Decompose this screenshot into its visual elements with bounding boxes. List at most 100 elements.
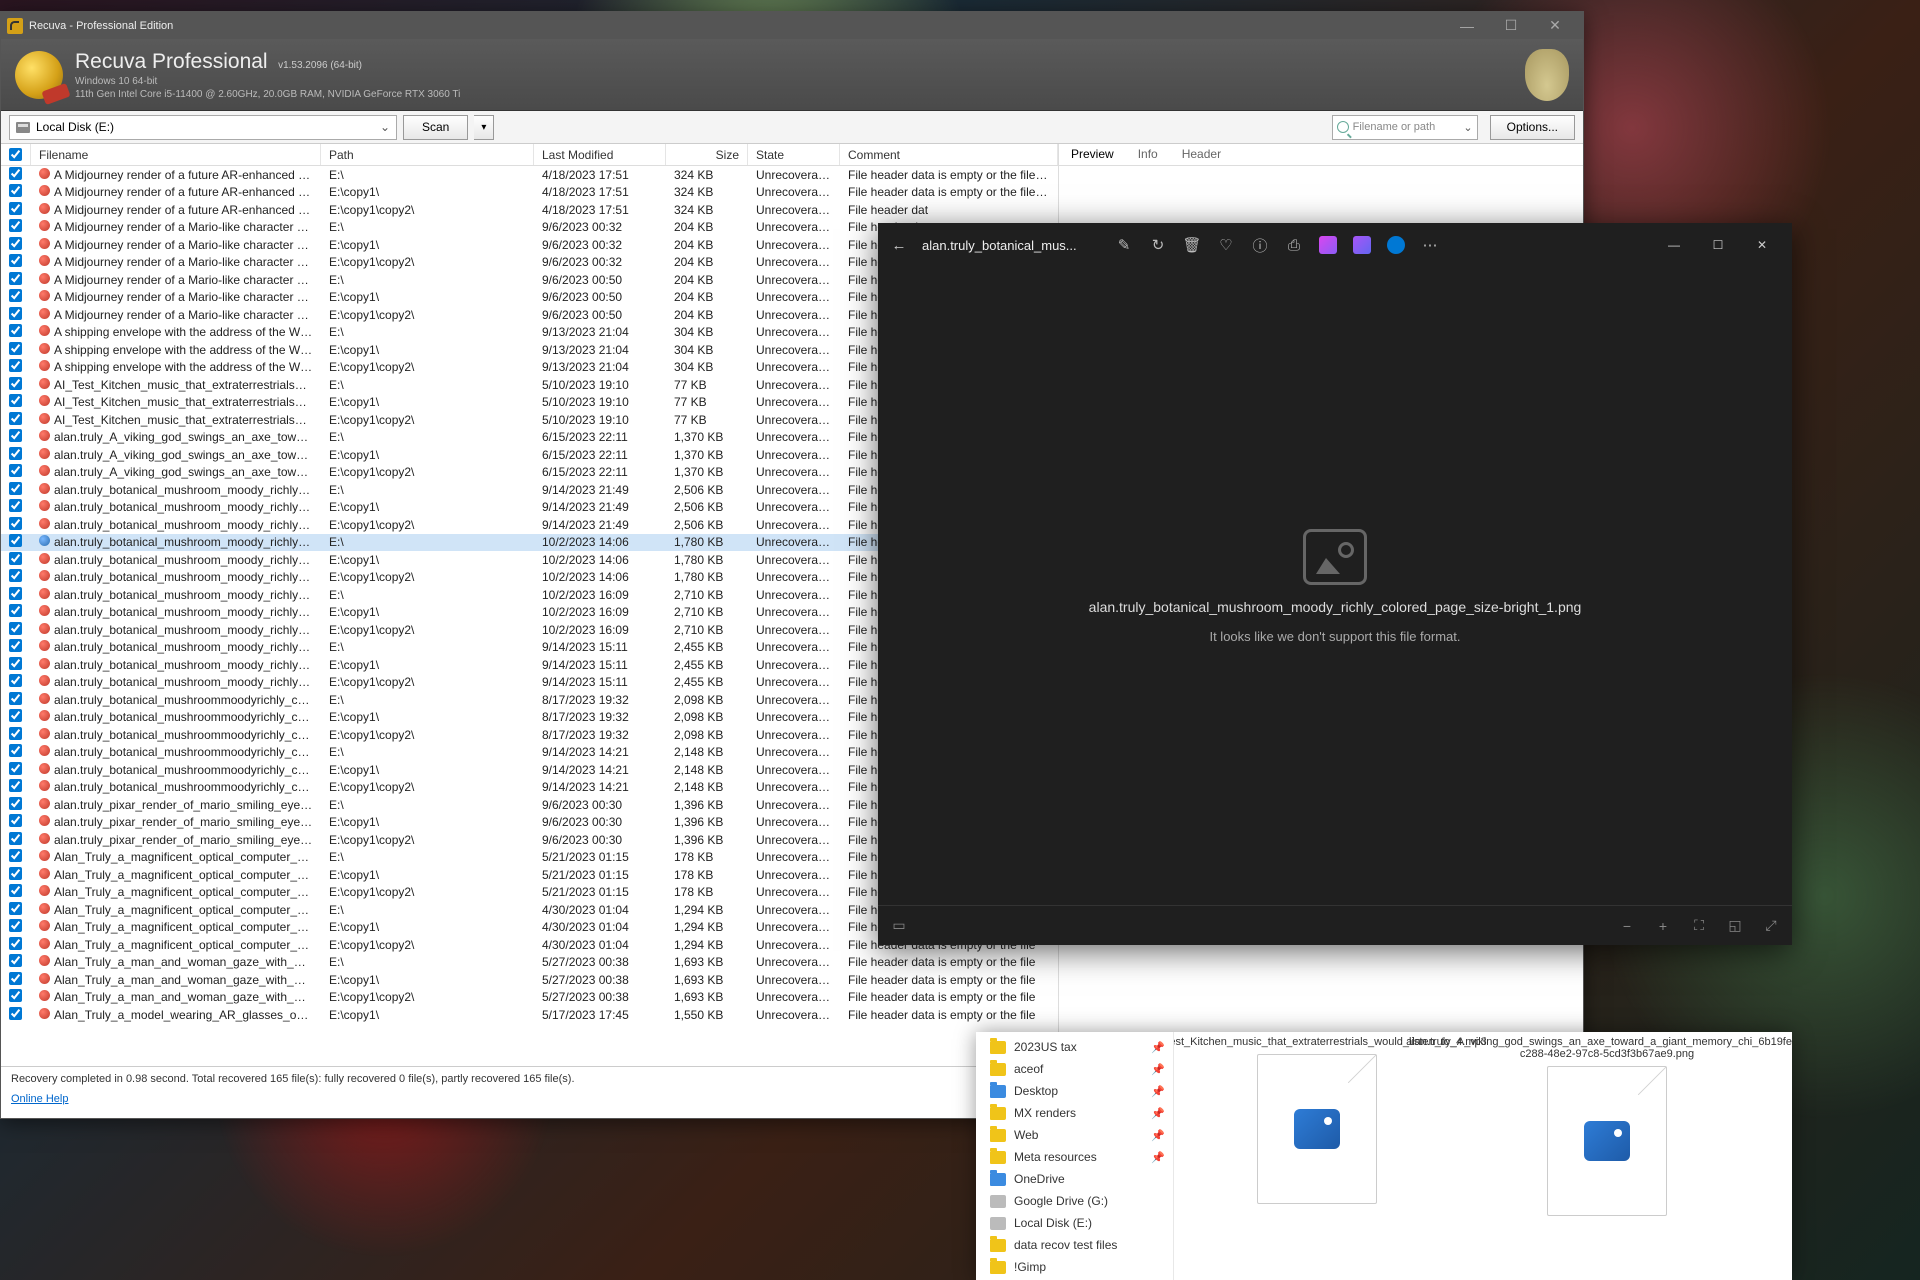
more-icon[interactable]: ⋯ xyxy=(1418,233,1442,257)
row-checkbox[interactable] xyxy=(9,954,22,967)
options-button[interactable]: Options... xyxy=(1490,115,1575,140)
col-modified[interactable]: Last Modified xyxy=(534,144,666,165)
row-checkbox[interactable] xyxy=(9,272,22,285)
recuva-titlebar[interactable]: Recuva - Professional Edition — ☐ ✕ xyxy=(1,12,1583,39)
row-checkbox[interactable] xyxy=(9,167,22,180)
col-state[interactable]: State xyxy=(748,144,840,165)
table-row[interactable]: Alan_Truly_a_man_and_woman_gaze_with_won… xyxy=(1,989,1058,1007)
row-checkbox[interactable] xyxy=(9,202,22,215)
row-checkbox[interactable] xyxy=(9,324,22,337)
row-checkbox[interactable] xyxy=(9,709,22,722)
actual-size-icon[interactable]: ◱ xyxy=(1724,915,1746,937)
online-help-link[interactable]: Online Help xyxy=(11,1093,68,1105)
row-checkbox[interactable] xyxy=(9,254,22,267)
row-checkbox[interactable] xyxy=(9,237,22,250)
scan-dropdown-button[interactable]: ▾ xyxy=(474,115,494,140)
clipchamp-icon[interactable] xyxy=(1316,233,1340,257)
scan-button[interactable]: Scan xyxy=(403,115,468,140)
row-checkbox[interactable] xyxy=(9,447,22,460)
row-checkbox[interactable] xyxy=(9,814,22,827)
select-all-checkbox[interactable] xyxy=(9,148,22,161)
row-checkbox[interactable] xyxy=(9,569,22,582)
row-checkbox[interactable] xyxy=(9,342,22,355)
row-checkbox[interactable] xyxy=(9,482,22,495)
nav-item[interactable]: MX renders📌 xyxy=(976,1102,1173,1124)
filter-input[interactable]: Filename or path xyxy=(1332,115,1478,140)
row-checkbox[interactable] xyxy=(9,989,22,1002)
nav-item[interactable]: data recov test files xyxy=(976,1234,1173,1256)
edit-icon[interactable]: ✎ xyxy=(1112,233,1136,257)
table-row[interactable]: A Midjourney render of a future AR-enhan… xyxy=(1,184,1058,202)
row-checkbox[interactable] xyxy=(9,289,22,302)
favorite-icon[interactable]: ♡ xyxy=(1214,233,1238,257)
table-row[interactable]: Alan_Truly_a_model_wearing_AR_glasses_on… xyxy=(1,1006,1058,1024)
table-row[interactable]: A Midjourney render of a future AR-enhan… xyxy=(1,201,1058,219)
nav-item[interactable]: Local Disk (E:) xyxy=(976,1212,1173,1234)
nav-item[interactable]: Meta resources📌 xyxy=(976,1146,1173,1168)
col-comment[interactable]: Comment xyxy=(840,144,1058,165)
row-checkbox[interactable] xyxy=(9,762,22,775)
col-size[interactable]: Size xyxy=(666,144,748,165)
photos-close-button[interactable]: ✕ xyxy=(1740,230,1784,260)
tab-info[interactable]: Info xyxy=(1126,144,1170,165)
file-tile[interactable]: AI_Test_Kitchen_music_that_extraterrestr… xyxy=(1182,1036,1452,1276)
nav-item[interactable]: 2023US tax📌 xyxy=(976,1036,1173,1058)
row-checkbox[interactable] xyxy=(9,377,22,390)
row-checkbox[interactable] xyxy=(9,587,22,600)
minimize-button[interactable]: — xyxy=(1445,14,1489,37)
photos-titlebar[interactable]: ← alan.truly_botanical_mus... ✎ ↻ 🗑 ♡ ⓘ … xyxy=(878,223,1792,267)
row-checkbox[interactable] xyxy=(9,867,22,880)
nav-item[interactable]: Web📌 xyxy=(976,1124,1173,1146)
row-checkbox[interactable] xyxy=(9,639,22,652)
row-checkbox[interactable] xyxy=(9,657,22,670)
col-path[interactable]: Path xyxy=(321,144,534,165)
row-checkbox[interactable] xyxy=(9,429,22,442)
nav-item[interactable]: aceof📌 xyxy=(976,1058,1173,1080)
photos-maximize-button[interactable]: ☐ xyxy=(1696,230,1740,260)
info-icon[interactable]: ⓘ xyxy=(1248,233,1272,257)
zoom-out-icon[interactable]: − xyxy=(1616,915,1638,937)
row-checkbox[interactable] xyxy=(9,464,22,477)
tab-preview[interactable]: Preview xyxy=(1059,144,1126,165)
photos-minimize-button[interactable]: — xyxy=(1652,230,1696,260)
table-row[interactable]: Alan_Truly_a_man_and_woman_gaze_with_won… xyxy=(1,971,1058,989)
row-checkbox[interactable] xyxy=(9,517,22,530)
row-checkbox[interactable] xyxy=(9,744,22,757)
row-checkbox[interactable] xyxy=(9,692,22,705)
tab-header[interactable]: Header xyxy=(1170,144,1233,165)
fullscreen-icon[interactable]: ⤢ xyxy=(1760,915,1782,937)
row-checkbox[interactable] xyxy=(9,552,22,565)
col-filename[interactable]: Filename xyxy=(31,144,321,165)
table-row[interactable]: Alan_Truly_a_man_and_woman_gaze_with_won… xyxy=(1,954,1058,972)
row-checkbox[interactable] xyxy=(9,499,22,512)
onedrive-icon[interactable] xyxy=(1384,233,1408,257)
row-checkbox[interactable] xyxy=(9,797,22,810)
designer-icon[interactable] xyxy=(1350,233,1374,257)
filmstrip-icon[interactable]: ▭ xyxy=(888,915,910,937)
row-checkbox[interactable] xyxy=(9,394,22,407)
drive-selector[interactable]: Local Disk (E:) xyxy=(9,115,397,140)
row-checkbox[interactable] xyxy=(9,727,22,740)
nav-item[interactable]: !Gimp xyxy=(976,1256,1173,1278)
back-button[interactable]: ← xyxy=(886,232,912,258)
row-checkbox[interactable] xyxy=(9,884,22,897)
file-tile[interactable]: alan.truly_A_viking_god_swings_an_axe_to… xyxy=(1472,1036,1742,1276)
row-checkbox[interactable] xyxy=(9,919,22,932)
rotate-icon[interactable]: ↻ xyxy=(1146,233,1170,257)
row-checkbox[interactable] xyxy=(9,849,22,862)
row-checkbox[interactable] xyxy=(9,307,22,320)
row-checkbox[interactable] xyxy=(9,604,22,617)
row-checkbox[interactable] xyxy=(9,359,22,372)
close-button[interactable]: ✕ xyxy=(1533,14,1577,37)
row-checkbox[interactable] xyxy=(9,674,22,687)
delete-icon[interactable]: 🗑 xyxy=(1180,233,1204,257)
nav-item[interactable]: OneDrive xyxy=(976,1168,1173,1190)
row-checkbox[interactable] xyxy=(9,412,22,425)
row-checkbox[interactable] xyxy=(9,534,22,547)
print-icon[interactable]: ⎙ xyxy=(1282,233,1306,257)
row-checkbox[interactable] xyxy=(9,184,22,197)
table-row[interactable]: A Midjourney render of a future AR-enhan… xyxy=(1,166,1058,184)
row-checkbox[interactable] xyxy=(9,902,22,915)
row-checkbox[interactable] xyxy=(9,972,22,985)
row-checkbox[interactable] xyxy=(9,219,22,232)
